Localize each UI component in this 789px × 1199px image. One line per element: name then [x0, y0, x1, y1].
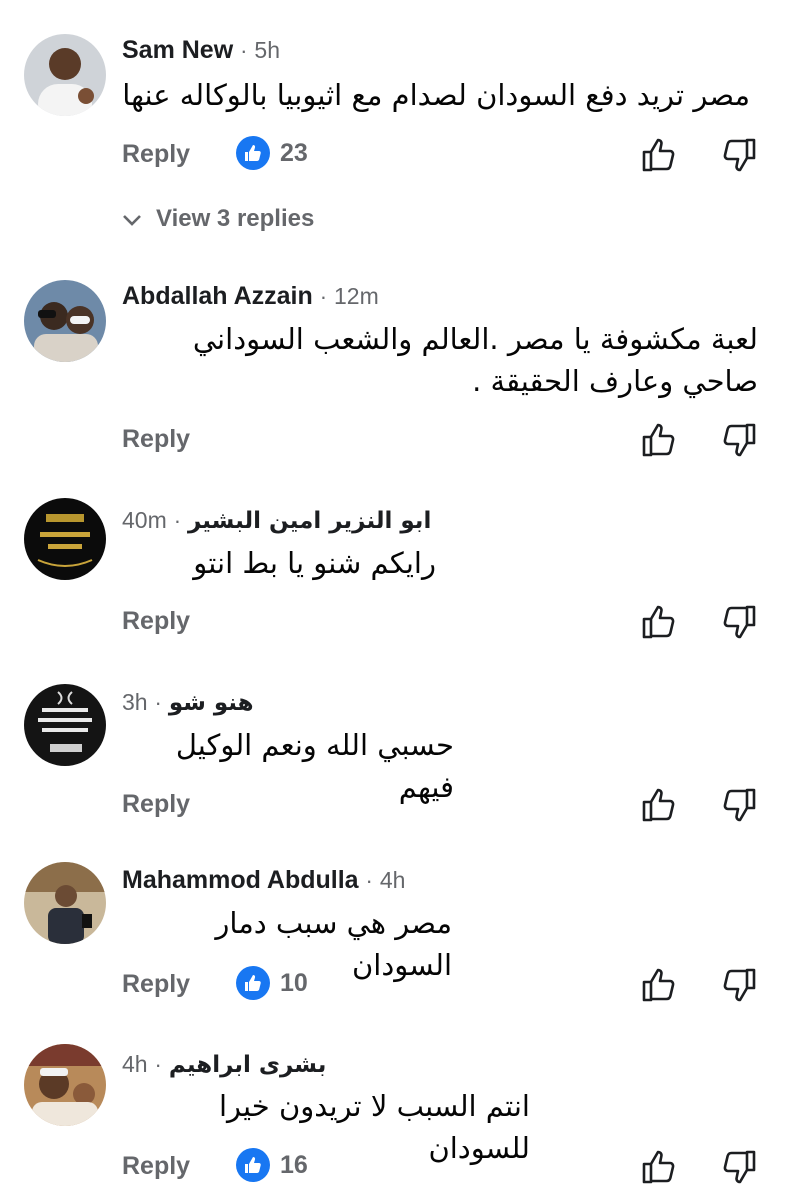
like-count: 10 — [280, 968, 308, 997]
separator-dot: · — [240, 38, 248, 63]
timestamp[interactable]: 3h — [122, 689, 148, 715]
timestamp[interactable]: 12m — [334, 283, 379, 309]
upvote-icon[interactable] — [640, 136, 678, 174]
view-replies-button[interactable]: View 3 replies — [122, 205, 314, 234]
reaction-summary[interactable]: 23 — [236, 136, 308, 170]
author-name[interactable]: بشرى ابراهيم — [169, 1052, 327, 1078]
separator-dot: · — [154, 690, 162, 715]
comment-text: لعبة مكشوفة يا مصر .العالم والشعب السودا… — [192, 322, 758, 398]
downvote-icon[interactable] — [720, 966, 758, 1004]
author-name[interactable]: Sam New — [122, 36, 233, 64]
avatar[interactable] — [24, 1044, 106, 1126]
like-reaction-icon — [236, 1148, 270, 1182]
separator-dot: · — [154, 1052, 162, 1077]
upvote-icon[interactable] — [640, 603, 678, 641]
upvote-icon[interactable] — [640, 786, 678, 824]
downvote-icon[interactable] — [720, 786, 758, 824]
avatar[interactable] — [24, 862, 106, 944]
downvote-icon[interactable] — [720, 136, 758, 174]
comment-text: مصر تريد دفع السودان لصدام مع اثيوبيا با… — [122, 78, 750, 112]
separator-dot: · — [173, 508, 182, 533]
separator-dot: · — [319, 284, 328, 309]
downvote-icon[interactable] — [720, 603, 758, 641]
downvote-icon[interactable] — [720, 421, 758, 459]
reply-button[interactable]: Reply — [122, 1152, 190, 1181]
like-reaction-icon — [236, 136, 270, 170]
avatar[interactable] — [24, 684, 106, 766]
comment-text: رايكم شنو يا بط انتو — [193, 546, 436, 580]
timestamp[interactable]: 40m — [122, 507, 167, 533]
separator-dot: · — [365, 868, 373, 893]
upvote-icon[interactable] — [640, 421, 678, 459]
like-count: 16 — [280, 1150, 308, 1179]
reaction-summary[interactable]: 16 — [236, 1148, 308, 1182]
timestamp[interactable]: 5h — [254, 37, 280, 63]
avatar[interactable] — [24, 498, 106, 580]
timestamp[interactable]: 4h — [380, 867, 406, 893]
author-name[interactable]: Mahammod Abdulla — [122, 866, 359, 894]
like-reaction-icon — [236, 966, 270, 1000]
author-name[interactable]: ابو النزير امين البشير — [188, 508, 431, 534]
upvote-icon[interactable] — [640, 966, 678, 1004]
reply-button[interactable]: Reply — [122, 425, 190, 454]
reply-button[interactable]: Reply — [122, 970, 190, 999]
reply-button[interactable]: Reply — [122, 607, 190, 636]
reply-button[interactable]: Reply — [122, 790, 190, 819]
like-count: 23 — [280, 138, 308, 167]
view-replies-label: View 3 replies — [156, 205, 315, 232]
upvote-icon[interactable] — [640, 1148, 678, 1186]
author-name[interactable]: هنو شو — [169, 690, 254, 716]
timestamp[interactable]: 4h — [122, 1051, 148, 1077]
avatar[interactable] — [24, 280, 106, 362]
reaction-summary[interactable]: 10 — [236, 966, 308, 1000]
reply-button[interactable]: Reply — [122, 140, 190, 169]
avatar[interactable] — [24, 34, 106, 116]
author-name[interactable]: Abdallah Azzain — [122, 282, 313, 310]
chevron-down-icon — [122, 206, 142, 234]
downvote-icon[interactable] — [720, 1148, 758, 1186]
